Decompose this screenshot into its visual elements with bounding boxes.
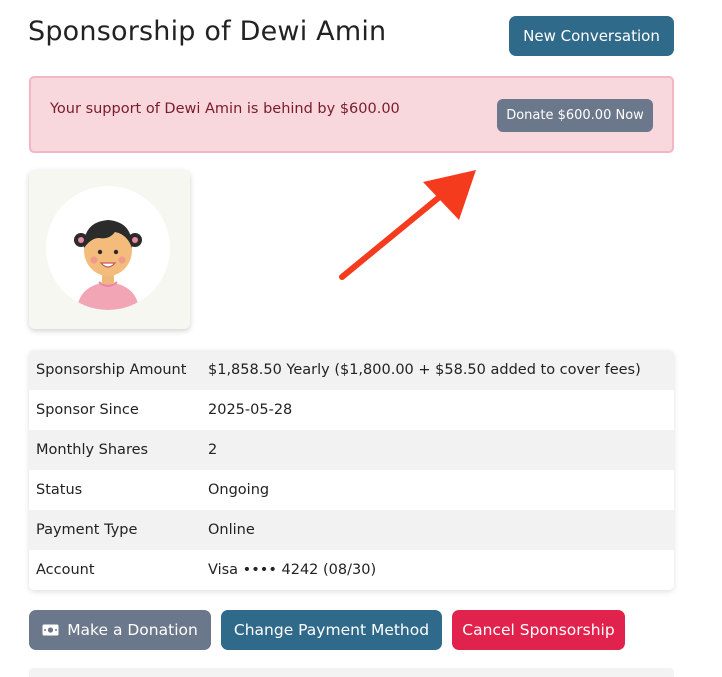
row-label: Account — [36, 562, 95, 578]
row-value: 2025-05-28 — [208, 402, 293, 418]
cancel-sponsorship-button[interactable]: Cancel Sponsorship — [452, 610, 625, 650]
row-value: 2 — [208, 442, 218, 458]
row-label: Sponsor Since — [36, 402, 139, 418]
cash-icon — [42, 624, 59, 636]
table-row: Status Ongoing — [29, 470, 674, 510]
next-section-edge — [29, 668, 674, 677]
make-donation-button[interactable]: Make a Donation — [29, 610, 211, 650]
row-label: Status — [36, 482, 83, 498]
row-label: Monthly Shares — [36, 442, 149, 458]
row-value: $1,858.50 Yearly ($1,800.00 + $58.50 add… — [208, 362, 641, 378]
row-value: Ongoing — [208, 482, 270, 498]
table-row: Payment Type Online — [29, 510, 674, 550]
table-row: Monthly Shares 2 — [29, 430, 674, 470]
girl-avatar-icon — [46, 186, 170, 310]
new-conversation-button[interactable]: New Conversation — [509, 16, 674, 56]
annotation-arrow-icon — [339, 170, 476, 280]
table-row: Account Visa •••• 4242 (08/30) — [29, 550, 674, 590]
sponsorship-details-table: Sponsorship Amount $1,858.50 Yearly ($1,… — [29, 350, 674, 590]
change-payment-method-button[interactable]: Change Payment Method — [221, 610, 442, 650]
table-row: Sponsor Since 2025-05-28 — [29, 390, 674, 430]
avatar — [29, 170, 190, 329]
row-label: Payment Type — [36, 522, 138, 538]
row-value: Visa •••• 4242 (08/30) — [208, 562, 377, 578]
row-label: Sponsorship Amount — [36, 362, 187, 378]
alert-message: Your support of Dewi Amin is behind by $… — [50, 101, 400, 117]
row-value: Online — [208, 522, 255, 538]
behind-alert: Your support of Dewi Amin is behind by $… — [29, 76, 674, 153]
page-title: Sponsorship of Dewi Amin — [28, 16, 387, 47]
make-donation-label: Make a Donation — [67, 621, 198, 639]
table-row: Sponsorship Amount $1,858.50 Yearly ($1,… — [29, 350, 674, 390]
donate-now-button[interactable]: Donate $600.00 Now — [497, 99, 653, 132]
